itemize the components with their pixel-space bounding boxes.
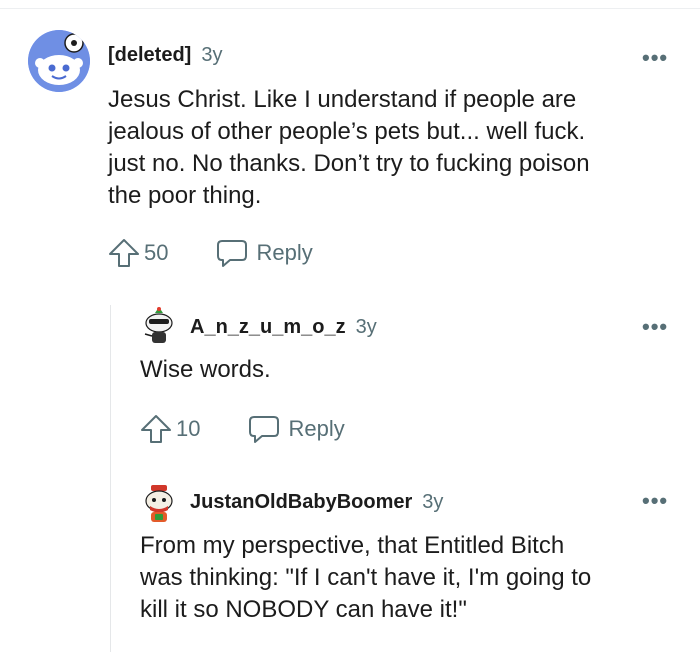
- comment-line: was thinking: "If I can't have it, I'm g…: [140, 564, 592, 591]
- comment-meta: [deleted] 3y: [108, 44, 222, 67]
- more-options-icon[interactable]: •••: [642, 47, 668, 69]
- comment-age: 3y: [355, 316, 377, 338]
- avatar[interactable]: [28, 30, 90, 92]
- reply-button[interactable]: Reply: [216, 238, 313, 268]
- snoo-avatar-icon: [28, 30, 90, 92]
- comment-line: kill it so NOBODY can have it!": [140, 596, 467, 623]
- vote-count: 10: [176, 416, 201, 441]
- comment-line: jealous of other people’s pets but... we…: [108, 118, 586, 145]
- snoo-avatar-icon: [145, 485, 173, 522]
- more-options-icon[interactable]: •••: [642, 316, 668, 338]
- comment-age: 3y: [201, 44, 223, 66]
- avatar[interactable]: [142, 306, 176, 346]
- comment-body: Wise words.: [140, 354, 271, 386]
- upvote-button[interactable]: 50: [108, 238, 168, 268]
- author-name[interactable]: [deleted]: [108, 44, 191, 67]
- author-name[interactable]: JustanOldBabyBoomer: [190, 491, 412, 514]
- snoo-avatar-icon: [144, 307, 173, 343]
- avatar[interactable]: [142, 484, 176, 524]
- reply-bubble-icon: [217, 240, 248, 267]
- comment-meta: A_n_z_u_m_o_z 3y: [190, 316, 377, 339]
- comment-line: From my perspective, that Entitled Bitch: [140, 532, 565, 559]
- more-options-icon[interactable]: •••: [642, 490, 668, 512]
- reply-label: Reply: [256, 240, 313, 265]
- thread-line[interactable]: [110, 305, 111, 652]
- reply-bubble-icon: [249, 416, 280, 443]
- reply-button[interactable]: Reply: [248, 414, 345, 444]
- comment-actions: 10 Reply: [140, 414, 345, 444]
- upvote-button[interactable]: 10: [140, 414, 200, 444]
- reply-label: Reply: [288, 416, 345, 441]
- comment-age: 3y: [422, 491, 444, 513]
- vote-count: 50: [144, 240, 169, 265]
- comment-actions: 50 Reply: [108, 238, 313, 268]
- comment-body: Jesus Christ. Like I understand if peopl…: [108, 84, 590, 212]
- upvote-arrow-icon: [141, 415, 171, 443]
- comment-line: just no. No thanks. Don’t try to fucking…: [108, 150, 590, 177]
- top-divider: [0, 8, 700, 9]
- author-name[interactable]: A_n_z_u_m_o_z: [190, 316, 346, 339]
- comment-meta: JustanOldBabyBoomer 3y: [190, 491, 443, 514]
- upvote-arrow-icon: [109, 239, 139, 267]
- comment-line: Jesus Christ. Like I understand if peopl…: [108, 86, 577, 113]
- comment-body: From my perspective, that Entitled Bitch…: [140, 530, 591, 626]
- comment-line: Wise words.: [140, 356, 271, 383]
- comment-line: the poor thing.: [108, 182, 262, 209]
